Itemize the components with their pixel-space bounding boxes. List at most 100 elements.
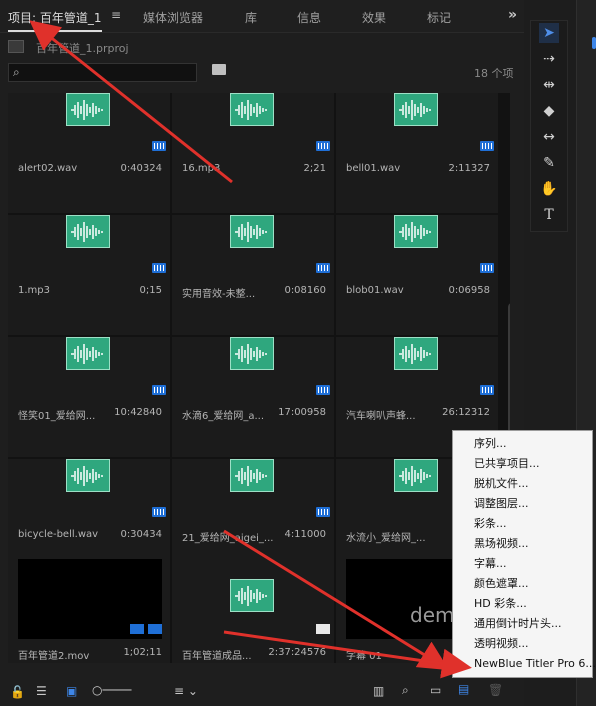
menu-item-adjustment-layer[interactable]: 调整图层... — [474, 495, 529, 511]
item-duration: 0:08160 — [284, 285, 326, 296]
sort-icon[interactable]: ≡ ⌄ — [174, 684, 198, 698]
razor-tool-icon[interactable]: ◆ — [539, 101, 559, 121]
audio-waveform-icon — [394, 459, 438, 492]
media-item[interactable]: blob01.wav 0:06958 — [336, 215, 498, 335]
title-preview-text: dem — [410, 603, 455, 627]
audio-badge-icon — [480, 263, 494, 273]
audio-badge-icon — [316, 263, 330, 273]
tab-bar: 项目: 百年管道_1 ≡ 媒体浏览器 库 信息 效果 标记 » — [0, 0, 524, 33]
menu-item-color-matte[interactable]: 颜色遮罩... — [474, 575, 529, 591]
tab-info[interactable]: 信息 — [297, 9, 321, 26]
media-item[interactable]: 水滴6_爱给网_a... 17:00958 — [172, 337, 334, 457]
lock-icon[interactable]: 🔓 — [10, 685, 25, 699]
zoom-slider[interactable]: ○──── — [92, 683, 131, 697]
audio-badge-icon — [316, 624, 330, 634]
item-name: 水流小_爱给网_... — [346, 533, 426, 544]
menu-item-shared-project[interactable]: 已共享项目... — [474, 455, 540, 471]
audio-badge-icon — [316, 507, 330, 517]
tab-markers[interactable]: 标记 — [427, 9, 451, 26]
track-select-tool-icon[interactable]: ⇢ — [539, 49, 559, 69]
item-name: 百年管道2.mov — [18, 651, 90, 662]
menu-item-black-video[interactable]: 黑场视频... — [474, 535, 529, 551]
item-count: 18 个项 — [474, 67, 514, 80]
delete-icon[interactable]: 🗑 — [488, 683, 503, 697]
new-item-icon[interactable]: ▤ — [458, 682, 469, 696]
item-duration: 26:12312 — [442, 407, 490, 418]
new-bin-icon[interactable]: ▭ — [430, 683, 441, 697]
search-icon: ⌕ — [13, 65, 20, 79]
audio-waveform-icon — [66, 93, 110, 126]
item-duration: 0:06958 — [448, 285, 490, 296]
audio-badge-icon — [316, 385, 330, 395]
media-item[interactable]: 实用音效-未整... 0:08160 — [172, 215, 334, 335]
item-name: 百年管道成品... — [182, 651, 252, 662]
bottom-toolbar: 🔓 ☰ ▣ ○──── ≡ ⌄ ▥ ⌕ ▭ ▤ 🗑 — [0, 678, 524, 706]
audio-waveform-icon — [394, 93, 438, 126]
media-item[interactable]: bell01.wav 2:11327 — [336, 93, 498, 213]
tab-effects[interactable]: 效果 — [362, 9, 386, 26]
panel-menu-icon[interactable]: ≡ — [111, 8, 121, 22]
selection-tool-icon[interactable]: ➤ — [539, 23, 559, 43]
automate-sequence-icon[interactable]: ▥ — [373, 684, 384, 698]
ripple-edit-tool-icon[interactable]: ⇹ — [539, 75, 559, 95]
item-name: 水滴6_爱给网_a... — [182, 411, 265, 422]
media-item[interactable]: 怪笑01_爱给网... 10:42840 — [8, 337, 170, 457]
item-duration: 2;21 — [303, 163, 326, 174]
menu-item-sequence[interactable]: 序列... — [474, 435, 507, 451]
media-item[interactable]: alert02.wav 0:40324 — [8, 93, 170, 213]
project-panel: 项目: 百年管道_1 ≡ 媒体浏览器 库 信息 效果 标记 » 百年管道_1.p… — [0, 0, 524, 706]
audio-waveform-icon — [230, 459, 274, 492]
audio-badge-icon — [152, 507, 166, 517]
audio-badge-icon — [480, 141, 494, 151]
audio-badge-icon — [152, 141, 166, 151]
item-duration: 2:37:24576 — [268, 647, 326, 658]
item-name: blob01.wav — [346, 285, 404, 296]
audio-waveform-icon — [394, 215, 438, 248]
media-item[interactable]: 16.mp3 2;21 — [172, 93, 334, 213]
search-input[interactable]: ⌕ — [8, 63, 197, 82]
icon-view-icon[interactable]: ▣ — [66, 684, 77, 698]
item-name: bell01.wav — [346, 163, 401, 174]
audio-waveform-icon — [230, 579, 274, 612]
tab-media-browser[interactable]: 媒体浏览器 — [143, 9, 203, 26]
project-file-name: 百年管道_1.prproj — [36, 42, 129, 55]
list-view-icon[interactable]: ☰ — [36, 684, 47, 698]
media-item[interactable]: 百年管道成品... 2:37:24576 — [172, 549, 334, 663]
item-duration: 1;02;11 — [123, 647, 162, 658]
menu-item-bars-tone[interactable]: 彩条... — [474, 515, 507, 531]
tools-panel: ➤ ⇢ ⇹ ◆ ↔ ✎ ✋ T — [530, 20, 568, 232]
item-name: 16.mp3 — [182, 163, 221, 174]
menu-item-newblue-titler[interactable]: NewBlue Titler Pro 6... — [474, 657, 596, 670]
tab-overflow-icon[interactable]: » — [508, 7, 517, 23]
menu-item-hd-bars[interactable]: HD 彩条... — [474, 595, 527, 611]
icon-view-grid: alert02.wav 0:40324 16.mp3 2;21 bell01.w… — [8, 93, 510, 663]
item-duration: 0;15 — [139, 285, 162, 296]
video-badge-icon — [130, 624, 144, 634]
tab-library[interactable]: 库 — [245, 9, 257, 26]
slip-tool-icon[interactable]: ↔ — [539, 127, 559, 147]
item-duration: 0:40324 — [120, 163, 162, 174]
audio-badge-icon — [316, 141, 330, 151]
tab-project[interactable]: 项目: 百年管道_1 — [8, 9, 102, 32]
item-name: 实用音效-未整... — [182, 289, 256, 300]
audio-waveform-icon — [394, 337, 438, 370]
item-duration: 4:11000 — [284, 529, 326, 540]
type-tool-icon[interactable]: T — [539, 205, 559, 225]
item-name: 1.mp3 — [18, 285, 50, 296]
menu-item-countdown-leader[interactable]: 通用倒计时片头... — [474, 615, 562, 631]
find-bin-icon[interactable] — [212, 64, 226, 75]
menu-item-caption[interactable]: 字幕... — [474, 555, 507, 571]
project-file-icon — [8, 40, 24, 53]
find-icon[interactable]: ⌕ — [402, 683, 409, 698]
item-name: 怪笑01_爱给网... — [18, 411, 96, 422]
audio-badge-icon — [480, 385, 494, 395]
menu-item-offline-file[interactable]: 脱机文件... — [474, 475, 529, 491]
audio-waveform-icon — [230, 337, 274, 370]
new-item-menu: 序列... 已共享项目... 脱机文件... 调整图层... 彩条... 黑场视… — [452, 430, 596, 678]
pen-tool-icon[interactable]: ✎ — [539, 153, 559, 173]
audio-waveform-icon — [66, 459, 110, 492]
media-item[interactable]: 1.mp3 0;15 — [8, 215, 170, 335]
menu-item-transparent-video[interactable]: 透明视频... — [474, 635, 529, 651]
media-item[interactable]: 百年管道2.mov 1;02;11 — [8, 549, 170, 663]
hand-tool-icon[interactable]: ✋ — [539, 179, 559, 199]
